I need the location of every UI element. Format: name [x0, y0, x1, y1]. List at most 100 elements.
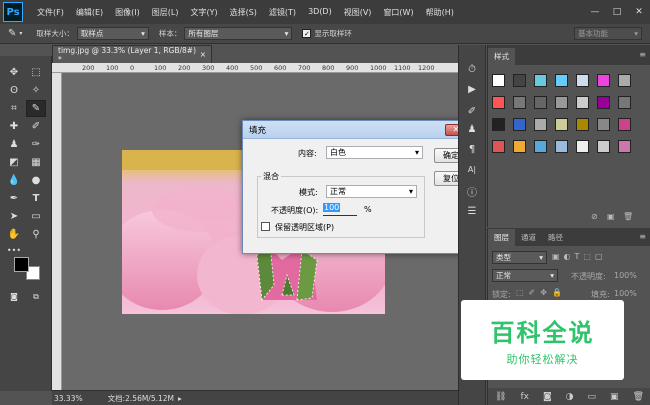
- quick-mask-icon[interactable]: ◙: [4, 288, 24, 305]
- style-swatch[interactable]: [534, 74, 547, 87]
- minimize-button[interactable]: —: [584, 0, 606, 24]
- content-select[interactable]: 白色 ▾: [326, 146, 423, 159]
- delete-style-icon[interactable]: 🗑: [623, 212, 633, 221]
- trash-icon[interactable]: 🗑: [633, 392, 644, 402]
- menu-item[interactable]: 编辑(E): [70, 7, 109, 18]
- pen-tool-icon[interactable]: ✒: [4, 190, 24, 207]
- menu-item[interactable]: 窗口(W): [377, 7, 419, 18]
- style-swatch[interactable]: [597, 118, 610, 131]
- style-swatch[interactable]: [513, 96, 526, 109]
- hand-tool-icon[interactable]: ✋: [4, 226, 24, 243]
- chevron-right-icon[interactable]: ▸: [178, 394, 182, 403]
- blur-tool-icon[interactable]: 💧: [4, 172, 24, 189]
- tab-paths[interactable]: 路径: [542, 229, 569, 246]
- tab-channels[interactable]: 通道: [515, 229, 542, 246]
- menu-item[interactable]: 3D(D): [302, 7, 338, 18]
- style-swatch[interactable]: [597, 96, 610, 109]
- folder-icon[interactable]: ▭: [588, 392, 597, 402]
- style-swatch[interactable]: [618, 118, 631, 131]
- style-swatch[interactable]: [534, 140, 547, 153]
- no-style-icon[interactable]: ⊘: [591, 212, 598, 221]
- paragraph-icon[interactable]: ¶: [462, 141, 482, 158]
- style-swatch[interactable]: [555, 118, 568, 131]
- style-swatch[interactable]: [576, 96, 589, 109]
- style-swatch[interactable]: [534, 118, 547, 131]
- play-icon[interactable]: ▶: [462, 81, 482, 98]
- history-icon[interactable]: ⏱: [462, 61, 482, 78]
- zoom-tool-icon[interactable]: ⚲: [26, 226, 46, 243]
- history-brush-icon[interactable]: ✑: [26, 136, 46, 153]
- style-swatch[interactable]: [555, 74, 568, 87]
- lasso-tool-icon[interactable]: ʘ: [4, 82, 24, 99]
- eraser-tool-icon[interactable]: ◩: [4, 154, 24, 171]
- tab-layers[interactable]: 图层: [488, 229, 515, 246]
- adjustment-icon[interactable]: ◑: [566, 392, 574, 402]
- preserve-transparency-checkbox[interactable]: [261, 222, 270, 231]
- panel-menu-icon[interactable]: ≡: [639, 50, 646, 59]
- fx-icon[interactable]: fx: [520, 392, 529, 402]
- sample-size-select[interactable]: 取样点 ▾: [76, 27, 149, 40]
- character-icon[interactable]: A|: [462, 161, 482, 178]
- style-swatch[interactable]: [492, 118, 505, 131]
- foreground-color-swatch[interactable]: [14, 257, 29, 272]
- style-swatch[interactable]: [513, 74, 526, 87]
- style-swatch[interactable]: [513, 140, 526, 153]
- eyedropper-icon[interactable]: ✎: [8, 28, 16, 39]
- document-tab[interactable]: timg.jpg @ 33.3% (Layer 1, RGB/8#) * ×: [52, 45, 212, 64]
- brush-tool-icon[interactable]: ✐: [26, 118, 46, 135]
- path-selection-icon[interactable]: ➤: [4, 208, 24, 225]
- lock-icons[interactable]: ⬚✐✥🔒: [516, 288, 567, 297]
- style-swatch[interactable]: [492, 96, 505, 109]
- mode-select[interactable]: 正常 ▾: [326, 185, 417, 198]
- menu-item[interactable]: 图层(L): [146, 7, 185, 18]
- style-swatch[interactable]: [597, 140, 610, 153]
- layer-opacity-value[interactable]: 100%: [614, 271, 637, 280]
- clone-stamp-icon[interactable]: ♟: [4, 136, 24, 153]
- menu-item[interactable]: 文字(Y): [184, 7, 223, 18]
- adjust-icon[interactable]: ☰: [462, 203, 482, 220]
- style-swatch[interactable]: [597, 74, 610, 87]
- layer-kind-filter[interactable]: 类型 ▾: [492, 251, 547, 264]
- style-swatch[interactable]: [492, 140, 505, 153]
- style-swatch[interactable]: [618, 74, 631, 87]
- fill-value[interactable]: 100%: [614, 289, 637, 298]
- crop-tool-icon[interactable]: ⌗: [4, 100, 24, 117]
- shape-tool-icon[interactable]: ▭: [26, 208, 46, 225]
- layer-filter-icons[interactable]: ▣◐T⬚▢: [552, 252, 607, 261]
- magic-wand-icon[interactable]: ✧: [26, 82, 46, 99]
- style-swatch[interactable]: [555, 140, 568, 153]
- tab-styles[interactable]: 样式: [488, 48, 515, 65]
- style-swatch[interactable]: [513, 118, 526, 131]
- close-tab-icon[interactable]: ×: [200, 50, 206, 59]
- move-tool-icon[interactable]: ✥: [4, 64, 24, 81]
- menu-item[interactable]: 帮助(H): [420, 7, 460, 18]
- dialog-titlebar[interactable]: 填充 ✕: [243, 121, 472, 139]
- zoom-level[interactable]: 33.33%: [54, 394, 83, 403]
- show-ring-checkbox[interactable]: ✓: [302, 29, 312, 38]
- opacity-input[interactable]: 100: [323, 203, 357, 216]
- new-layer-icon[interactable]: ▣: [610, 392, 619, 402]
- style-swatch[interactable]: [492, 74, 505, 87]
- dodge-tool-icon[interactable]: ●: [26, 172, 46, 189]
- clone-source-icon[interactable]: ♟: [462, 121, 482, 138]
- new-style-icon[interactable]: ▣: [607, 212, 615, 221]
- type-tool-icon[interactable]: T: [26, 190, 46, 207]
- menu-item[interactable]: 滤镜(T): [263, 7, 302, 18]
- marquee-tool-icon[interactable]: ⬚: [26, 64, 46, 81]
- brush-preset-icon[interactable]: ✐: [462, 103, 482, 120]
- style-swatch[interactable]: [555, 96, 568, 109]
- healing-brush-icon[interactable]: ✚: [4, 118, 24, 135]
- layer-blend-mode[interactable]: 正常 ▾: [492, 269, 558, 282]
- style-swatch[interactable]: [534, 96, 547, 109]
- style-swatch[interactable]: [576, 74, 589, 87]
- menu-item[interactable]: 视图(V): [338, 7, 378, 18]
- menu-item[interactable]: 文件(F): [31, 7, 70, 18]
- panel-menu-icon[interactable]: ≡: [639, 232, 646, 241]
- style-swatch[interactable]: [618, 96, 631, 109]
- gradient-tool-icon[interactable]: ▦: [26, 154, 46, 171]
- sample-select[interactable]: 所有图层 ▾: [184, 27, 293, 40]
- link-icon[interactable]: ⛓: [495, 392, 506, 402]
- maximize-button[interactable]: □: [606, 0, 628, 24]
- style-swatch[interactable]: [576, 140, 589, 153]
- info-icon[interactable]: ⓘ: [462, 183, 482, 200]
